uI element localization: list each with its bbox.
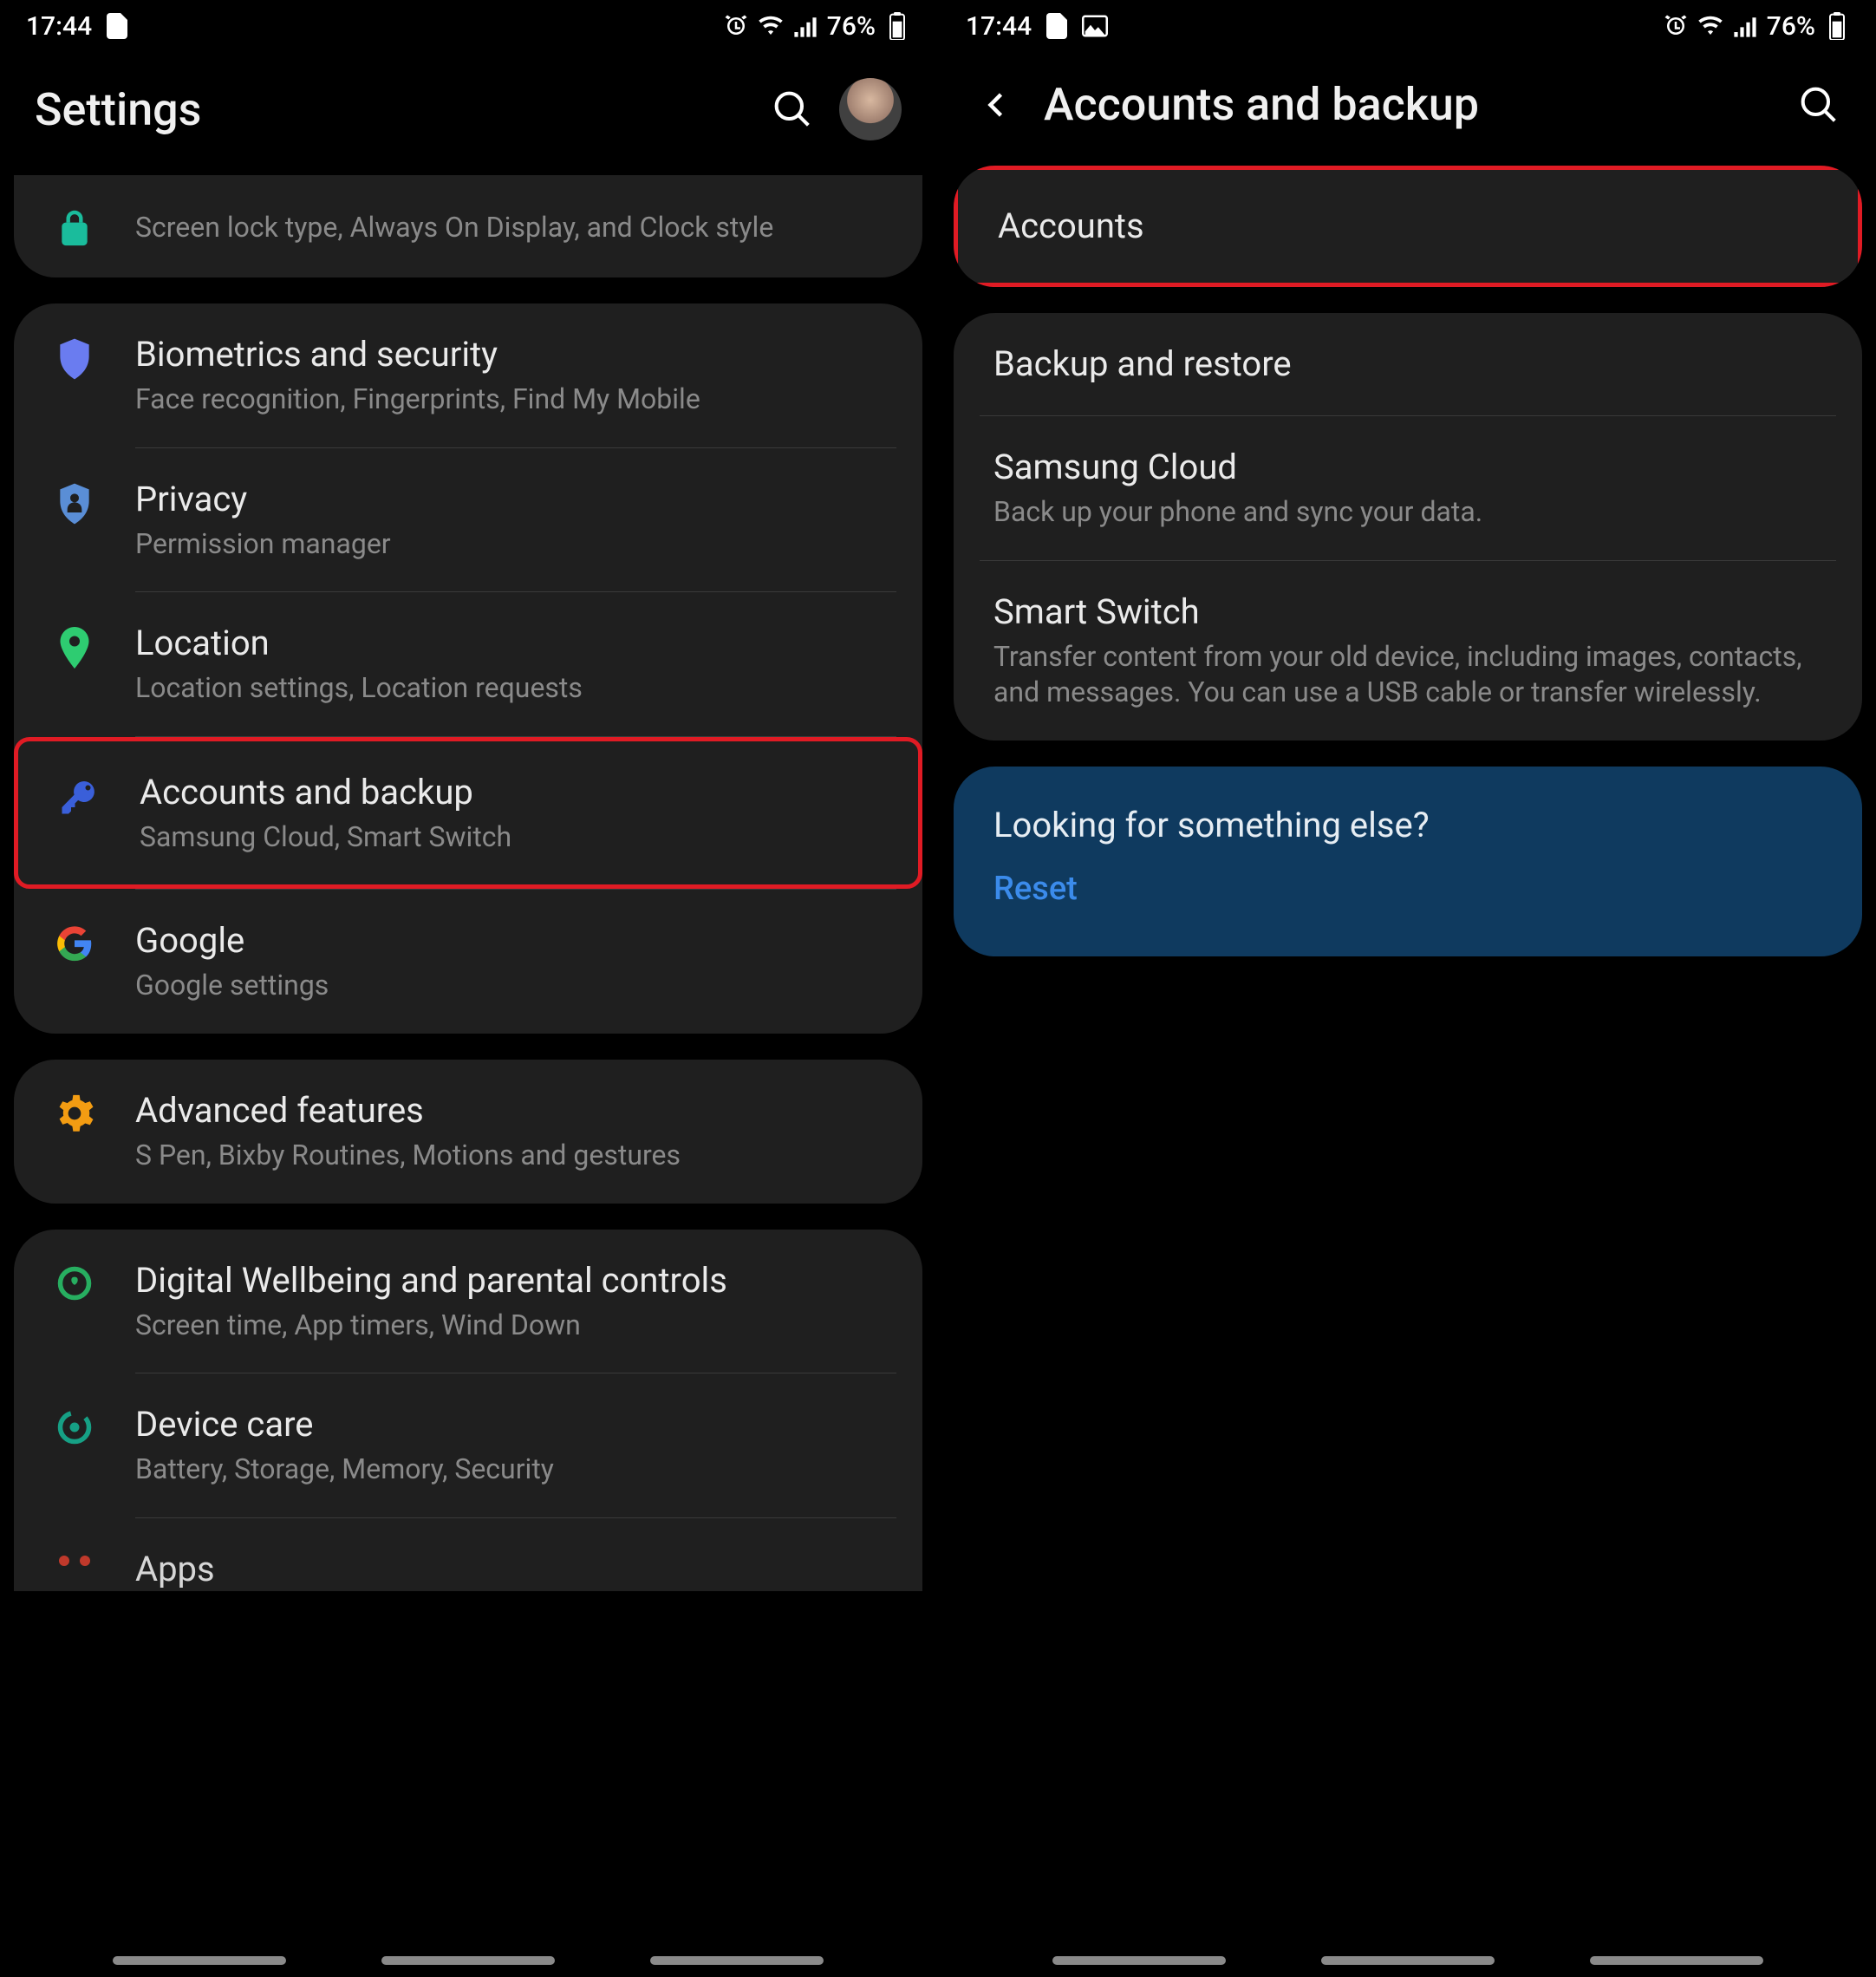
status-bar: 17:44 76%: [940, 0, 1876, 52]
item-smart-switch[interactable]: Smart Switch Transfer content from your …: [954, 561, 1862, 741]
wellbeing-icon: [43, 1264, 106, 1302]
settings-group-advanced: Advanced features S Pen, Bixby Routines,…: [14, 1060, 922, 1204]
settings-item-privacy[interactable]: Privacy Permission manager: [14, 448, 922, 592]
nav-back[interactable]: [650, 1956, 824, 1965]
item-title: Backup and restore: [993, 343, 1827, 386]
battery-percent: 76%: [1767, 11, 1815, 42]
item-samsung-cloud[interactable]: Samsung Cloud Back up your phone and syn…: [954, 416, 1862, 560]
item-title: Biometrics and security: [135, 333, 896, 376]
alarm-icon: [723, 13, 749, 39]
sim-icon: [1044, 13, 1070, 39]
wifi-icon: [1697, 13, 1723, 39]
shield-icon: [43, 338, 106, 380]
signal-icon: [792, 13, 818, 39]
privacy-icon: [43, 483, 106, 525]
battery-icon: [884, 13, 910, 39]
item-title: Apps: [135, 1548, 896, 1591]
status-time: 17:44: [966, 11, 1032, 42]
item-subtitle: Permission manager: [135, 526, 896, 563]
alarm-icon: [1663, 13, 1689, 39]
settings-item-advanced[interactable]: Advanced features S Pen, Bixby Routines,…: [14, 1060, 922, 1204]
nav-bar: [0, 1956, 936, 1965]
search-button[interactable]: [770, 87, 815, 132]
accounts-group-1: Accounts: [954, 166, 1862, 287]
location-icon: [43, 627, 106, 669]
settings-item-wellbeing[interactable]: Digital Wellbeing and parental controls …: [14, 1230, 922, 1373]
accounts-header: Accounts and backup: [940, 52, 1876, 166]
item-subtitle: Screen lock type, Always On Display, and…: [135, 210, 896, 246]
item-title: Digital Wellbeing and parental controls: [135, 1259, 896, 1302]
item-accounts[interactable]: Accounts: [954, 166, 1862, 287]
item-subtitle: Back up your phone and sync your data.: [993, 494, 1827, 531]
settings-item-location[interactable]: Location Location settings, Location req…: [14, 592, 922, 736]
nav-recents[interactable]: [113, 1956, 286, 1965]
item-title: Samsung Cloud: [993, 446, 1827, 489]
settings-group-security: Biometrics and security Face recognition…: [14, 303, 922, 1034]
item-title: Location: [135, 622, 896, 665]
settings-item-biometrics[interactable]: Biometrics and security Face recognition…: [14, 303, 922, 447]
gear-icon: [43, 1094, 106, 1132]
page-title: Settings: [35, 83, 746, 136]
search-button[interactable]: [1796, 82, 1841, 127]
item-subtitle: Location settings, Location requests: [135, 670, 896, 707]
signal-icon: [1732, 13, 1758, 39]
accounts-group-2: Backup and restore Samsung Cloud Back up…: [954, 313, 1862, 741]
item-subtitle: Google settings: [135, 968, 896, 1004]
nav-bar: [940, 1956, 1876, 1965]
nav-recents[interactable]: [1052, 1956, 1226, 1965]
item-subtitle: Transfer content from your old device, i…: [993, 639, 1827, 711]
search-icon: [1800, 86, 1838, 124]
battery-percent: 76%: [827, 11, 876, 42]
item-subtitle: Samsung Cloud, Smart Switch: [140, 819, 892, 856]
item-subtitle: S Pen, Bixby Routines, Motions and gestu…: [135, 1138, 896, 1174]
back-button[interactable]: [974, 82, 1019, 127]
search-icon: [773, 90, 811, 128]
item-backup-restore[interactable]: Backup and restore: [954, 313, 1862, 415]
profile-avatar[interactable]: [839, 78, 902, 140]
battery-icon: [1824, 13, 1850, 39]
settings-item-lockscreen[interactable]: Screen lock type, Always On Display, and…: [14, 175, 922, 277]
lookup-title: Looking for something else?: [993, 805, 1822, 845]
item-title: Advanced features: [135, 1089, 896, 1132]
item-subtitle: Face recognition, Fingerprints, Find My …: [135, 382, 896, 418]
phone-right: 17:44 76% Acc: [940, 0, 1876, 1977]
settings-item-google[interactable]: Google Google settings: [14, 890, 922, 1034]
settings-header: Settings: [0, 52, 936, 175]
item-title: Privacy: [135, 478, 896, 521]
nav-home[interactable]: [381, 1956, 555, 1965]
item-subtitle: Screen time, App timers, Wind Down: [135, 1308, 896, 1344]
wifi-icon: [758, 13, 784, 39]
key-icon: [48, 776, 110, 818]
item-subtitle: Battery, Storage, Memory, Security: [135, 1452, 896, 1488]
looking-for-card: Looking for something else? Reset: [954, 767, 1862, 956]
reset-link[interactable]: Reset: [993, 870, 1822, 908]
gallery-icon: [1082, 13, 1108, 39]
chevron-left-icon: [981, 89, 1013, 121]
nav-home[interactable]: [1321, 1956, 1495, 1965]
phone-left: 17:44 76% Settings: [0, 0, 936, 1977]
nav-back[interactable]: [1590, 1956, 1763, 1965]
item-title: Smart Switch: [993, 590, 1827, 634]
devicecare-icon: [43, 1408, 106, 1446]
item-title: Accounts and backup: [140, 771, 892, 814]
settings-item-accounts-backup[interactable]: Accounts and backup Samsung Cloud, Smart…: [14, 737, 922, 890]
status-time: 17:44: [26, 11, 92, 42]
settings-group-wellbeing: Digital Wellbeing and parental controls …: [14, 1230, 922, 1591]
item-title: Device care: [135, 1403, 896, 1446]
page-title: Accounts and backup: [1044, 78, 1772, 131]
lock-icon: [43, 210, 106, 248]
settings-item-apps[interactable]: Apps: [14, 1518, 922, 1591]
apps-icon: [43, 1553, 106, 1569]
status-bar: 17:44 76%: [0, 0, 936, 52]
google-icon: [43, 924, 106, 962]
item-title: Google: [135, 919, 896, 962]
item-title: Accounts: [998, 205, 1823, 248]
settings-item-devicecare[interactable]: Device care Battery, Storage, Memory, Se…: [14, 1373, 922, 1517]
sim-icon: [104, 13, 130, 39]
